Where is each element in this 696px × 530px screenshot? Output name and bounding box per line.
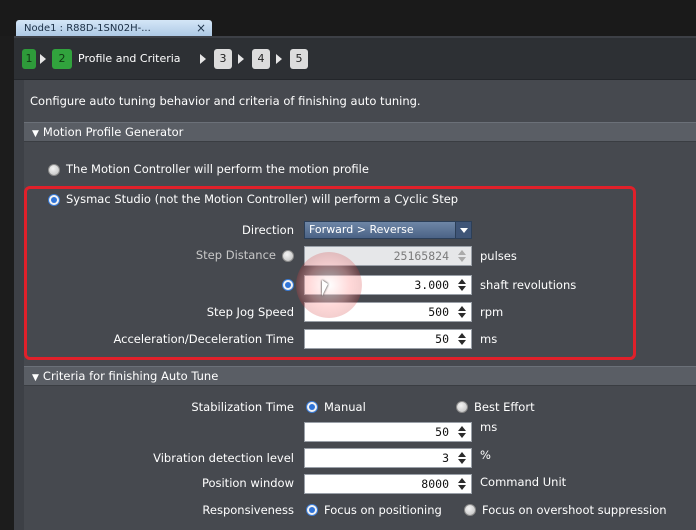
spinner-icon[interactable] (455, 450, 469, 466)
chevron-right-icon (276, 54, 282, 64)
responsiveness-positioning-radio[interactable] (306, 504, 318, 516)
stabilization-manual-radio[interactable] (306, 401, 318, 413)
spinner-icon[interactable] (455, 424, 469, 440)
spinner-icon[interactable] (455, 476, 469, 492)
chevron-right-icon (200, 54, 206, 64)
document-tab-bar: Node1 : R88D-1SN02H-... × (0, 0, 696, 38)
responsiveness-overshoot-radio[interactable] (464, 504, 476, 516)
chevron-right-icon (40, 54, 46, 64)
stabilization-time-field[interactable]: 50 (304, 422, 472, 442)
step-2-title: Profile and Criteria (78, 52, 181, 65)
stabilization-best-effort-label[interactable]: Best Effort (474, 400, 535, 414)
collapse-triangle-icon: ▼ (32, 129, 39, 139)
stabilization-value: 50 (435, 425, 449, 439)
stabilization-unit: ms (480, 420, 498, 434)
step-1[interactable]: 1 (22, 49, 36, 69)
close-icon[interactable]: × (196, 21, 206, 35)
position-window-field[interactable]: 8000 (304, 474, 472, 494)
mouse-pointer-icon (322, 280, 328, 296)
step-3[interactable]: 3 (214, 49, 232, 69)
tab-title: Node1 : R88D-1SN02H-... (24, 23, 151, 34)
responsiveness-overshoot-label[interactable]: Focus on overshoot suppression (482, 503, 667, 517)
criteria-section-header[interactable]: ▼ Criteria for finishing Auto Tune (24, 366, 696, 386)
chevron-right-icon (238, 54, 244, 64)
position-window-label: Position window (201, 476, 294, 490)
step-2[interactable]: 2 (52, 49, 72, 69)
intro-text: Configure auto tuning behavior and crite… (30, 94, 421, 108)
position-window-value: 8000 (421, 477, 449, 491)
stabilization-manual-label[interactable]: Manual (324, 400, 366, 414)
vibration-level-field[interactable]: 3 (304, 448, 472, 468)
collapse-triangle-icon: ▼ (32, 373, 39, 383)
criteria-header-label: Criteria for finishing Auto Tune (42, 369, 219, 383)
responsiveness-label: Responsiveness (202, 503, 294, 517)
motion-profile-header-label: Motion Profile Generator (42, 125, 184, 139)
vibration-level-label: Vibration detection level (153, 451, 294, 465)
stabilization-best-effort-radio[interactable] (456, 401, 468, 413)
wizard-step-bar: 1 2 Profile and Criteria 3 4 5 (14, 38, 696, 80)
motion-controller-label[interactable]: The Motion Controller will perform the m… (66, 162, 369, 176)
stabilization-time-label: Stabilization Time (191, 400, 294, 414)
motion-controller-radio[interactable] (48, 164, 60, 176)
cursor-highlight (296, 252, 362, 318)
vibration-unit: % (480, 448, 491, 462)
vibration-value: 3 (442, 451, 449, 465)
motion-profile-section-header[interactable]: ▼ Motion Profile Generator (24, 122, 696, 142)
step-4[interactable]: 4 (252, 49, 270, 69)
step-5[interactable]: 5 (290, 49, 308, 69)
responsiveness-positioning-label[interactable]: Focus on positioning (324, 503, 442, 517)
position-window-unit: Command Unit (480, 475, 567, 489)
